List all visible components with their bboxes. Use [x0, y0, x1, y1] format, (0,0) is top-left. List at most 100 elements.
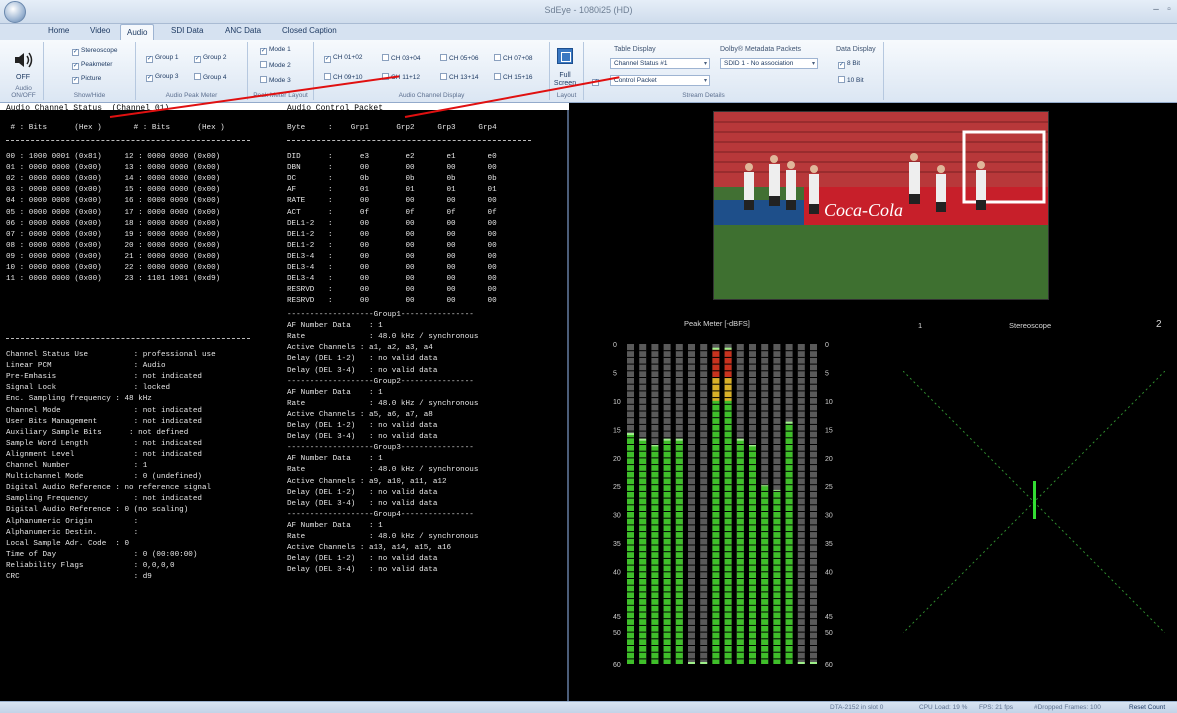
group-label: Show/Hide: [73, 92, 106, 99]
peak-meter-channel-bg: [700, 344, 708, 664]
peak-hold-marker: [639, 438, 647, 441]
ch09-10-checkbox[interactable]: CH 09+10: [324, 73, 362, 81]
mode2-option[interactable]: Mode 2: [260, 61, 291, 69]
fullscreen-icon[interactable]: [557, 48, 573, 64]
control-packet-group-line: Rate : 48.0 kHz / synchronous: [287, 466, 479, 475]
channel-status-field: Digital Audio Reference : 0 (no scaling): [6, 506, 189, 515]
peak-scale-label-right: 45: [825, 614, 833, 621]
separator: [6, 338, 250, 339]
group-audio-onoff: OFF Audio ON/OFF: [4, 42, 44, 100]
peak-meter-title: Peak Meter [-dBFS]: [684, 319, 750, 328]
channel-status-field: Pre-Emhasis : not indicated: [6, 373, 202, 382]
control-packet-group-line: Delay (DEL 1-2) : no valid data: [287, 555, 438, 564]
ch13-14-checkbox[interactable]: CH 13+14: [440, 73, 478, 81]
window-title: SdEye - 1080i25 (HD): [544, 5, 633, 15]
tab-audio[interactable]: Audio: [120, 24, 155, 41]
group-label: Audio ON/OFF: [11, 85, 36, 99]
table-display-select-2[interactable]: Control Packet ▾: [610, 75, 710, 86]
peak-meter-bar: [663, 440, 671, 664]
peak-meter-bar: [675, 440, 683, 664]
reset-count-button[interactable]: Reset Count: [1129, 704, 1165, 711]
peak-hold-marker: [688, 662, 695, 664]
control-packet-group-line: Delay (DEL 3-4) : no valid data: [287, 366, 438, 375]
group-audio-peak-meter: ✓ Group 1 ✓ Group 2 ✓ Group 3 Group 4 Audio…: [136, 42, 248, 100]
control-packet-row: DBN : 00 00 00 00: [287, 164, 497, 173]
channel-status-field: Sampling Frequency : not indicated: [6, 495, 202, 504]
separator: [6, 140, 250, 141]
peak-hold-marker: [785, 421, 793, 424]
channel-status-field: Alphanumeric Destin. :: [6, 528, 139, 537]
stereoscope-display: [903, 371, 1165, 633]
group2-checkbox[interactable]: ✓ Group 2: [194, 54, 227, 63]
ch03-04-checkbox[interactable]: CH 03+04: [382, 54, 420, 62]
channel-status-field: Channel Status Use : professional use: [6, 351, 216, 359]
channel-status-field: Signal Lock : locked: [6, 384, 171, 393]
channel-status-field: Digital Audio Reference : no reference s…: [6, 484, 212, 493]
channel-status-row: 10 : 0000 0000 (0x00) 22 : 0000 0000 (0x…: [6, 264, 221, 272]
control-packet-row: DEL3-4 : 00 00 00 00: [287, 264, 497, 272]
control-packet-group-line: Rate : 48.0 kHz / synchronous: [287, 399, 479, 408]
stereoscope-right-label: 2: [1156, 319, 1162, 330]
channel-status-field: User Bits Management : not indicated: [6, 417, 202, 426]
speaker-icon[interactable]: [13, 50, 35, 70]
peak-scale-label-left: 20: [613, 456, 621, 463]
cpu-load: CPU Load: 19 %: [919, 704, 968, 711]
peak-scale-label-left: 40: [613, 570, 621, 577]
picture-checkbox[interactable]: ✓ Picture: [72, 75, 101, 84]
group3-checkbox[interactable]: ✓ Group 3: [146, 73, 179, 82]
channel-status-row: 08 : 0000 0000 (0x00) 20 : 0000 0000 (0x…: [6, 241, 221, 250]
fps-readout: FPS: 21 fps: [979, 704, 1013, 711]
channel-status-field: Alphanumeric Origin :: [6, 517, 139, 526]
8bit-checkbox[interactable]: ✓ 8 Bit: [838, 60, 860, 69]
ch05-06-checkbox[interactable]: CH 05+06: [440, 54, 478, 62]
tab-anc-data[interactable]: ANC Data: [225, 26, 261, 35]
peak-meter-bar: [712, 400, 720, 664]
peak-scale-label-right: 60: [825, 662, 833, 669]
channel-status-field: Enc. Sampling frequency : 48 kHz: [6, 395, 152, 404]
control-packet-group-line: Active Channels : a1, a2, a3, a4: [287, 344, 433, 353]
tab-closed-caption[interactable]: Closed Caption: [282, 26, 337, 35]
peak-meter-bar: [761, 486, 769, 664]
peak-scale-label-right: 25: [825, 484, 833, 491]
peak-meter-bar: [736, 440, 744, 664]
tab-video[interactable]: Video: [90, 26, 110, 35]
separator: [287, 140, 531, 141]
ch01-02-checkbox[interactable]: ✓ CH 01+02: [324, 54, 362, 63]
ch15-16-checkbox[interactable]: CH 15+16: [494, 73, 532, 81]
control-packet-row: DEL1-2 : 00 00 00 00: [287, 219, 497, 228]
mode1-option[interactable]: ✓ Mode 1: [260, 46, 291, 55]
channel-status-field: Multichannel Mode : 0 (undefined): [6, 473, 202, 482]
tab-sdi-data[interactable]: SDI Data: [171, 26, 203, 35]
10bit-checkbox[interactable]: 10 Bit: [838, 76, 864, 84]
control-packet-header: Byte : Grp1 Grp2 Grp3 Grp4: [287, 124, 497, 132]
ch07-08-checkbox[interactable]: CH 07+08: [494, 54, 532, 62]
stereoscope-checkbox[interactable]: ✓ Stereoscope: [72, 47, 118, 56]
control-packet-group-line: Rate : 48.0 kHz / synchronous: [287, 533, 479, 541]
control-packet-group-line: -------------------Group4---------------…: [287, 510, 474, 519]
group1-checkbox[interactable]: ✓ Group 1: [146, 54, 179, 63]
peak-hold-marker: [700, 662, 708, 664]
channel-status-field: Local Sample Adr. Code : 0: [6, 539, 130, 548]
channel-status-row: 04 : 0000 0000 (0x00) 16 : 0000 0000 (0x…: [6, 197, 221, 206]
svg-text:Coca-Cola: Coca-Cola: [824, 200, 903, 220]
video-preview: Coca-Cola: [713, 111, 1049, 300]
peak-hold-marker: [663, 438, 671, 441]
peak-scale-label-right: 10: [825, 399, 833, 406]
table-display-select-1[interactable]: Channel Status #1 ▾: [610, 58, 710, 69]
control-packet-group-line: AF Number Data : 1: [287, 455, 383, 464]
dropped-frames: #Dropped Frames: 100: [1034, 704, 1101, 711]
minimize-button[interactable]: –: [1150, 4, 1162, 15]
control-packet-group-line: -------------------Group3---------------…: [287, 444, 474, 453]
control-packet-row: RESRVD : 00 00 00 00: [287, 286, 497, 295]
mode3-option[interactable]: Mode 3: [260, 76, 291, 84]
peak-meter-bar: [639, 440, 647, 664]
dolby-sdid-select[interactable]: SDID 1 - No association ▾: [720, 58, 818, 69]
channel-status-field: Reliability Flags : 0,0,0,0: [6, 561, 175, 570]
group4-checkbox[interactable]: Group 4: [194, 73, 227, 81]
maximize-button[interactable]: ▫: [1163, 4, 1175, 15]
peakmeter-checkbox[interactable]: ✓ Peakmeter: [72, 61, 112, 70]
data-display-header: Data Display: [836, 46, 876, 53]
tab-home[interactable]: Home: [48, 26, 69, 35]
channel-status-row: 03 : 0000 0000 (0x00) 15 : 0000 0000 (0x…: [6, 186, 221, 195]
peak-scale-label-left: 50: [613, 630, 621, 637]
